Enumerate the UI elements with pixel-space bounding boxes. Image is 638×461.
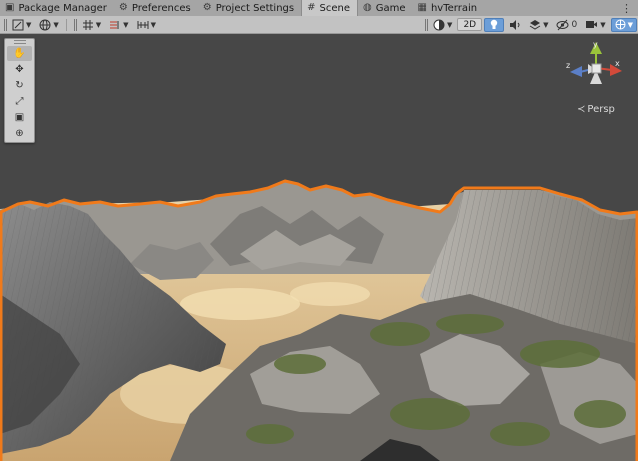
scene-viewport[interactable]: y z x ≺ Persp (0, 34, 638, 461)
tab-label: Package Manager (18, 2, 107, 14)
terrain-render (0, 179, 638, 461)
transform-icon: ⊕ (15, 128, 24, 139)
hvterrain-icon: ▦ (417, 2, 427, 13)
increment-snap-dropdown[interactable]: ▼ (106, 18, 131, 32)
grid-snap-icon (82, 19, 93, 30)
tab-label: Scene (319, 2, 351, 14)
tool-handle-icon (12, 19, 24, 30)
tab-project-settings[interactable]: ⚙ Project Settings (198, 0, 301, 16)
orientation-gizmo[interactable]: y z x (566, 40, 626, 96)
scene-toolbar: ▼ ▼ ▼ ▼ ▼ ▼ 2D ▼ 0 ▼ ▼ (0, 16, 638, 34)
hand-tool[interactable]: ✋ (7, 46, 32, 61)
tab-scene[interactable]: # Scene (301, 0, 358, 16)
tab-label: Project Settings (215, 2, 295, 14)
transform-tool[interactable]: ⊕ (7, 126, 32, 141)
rotate-tool[interactable]: ↻ (7, 78, 32, 93)
editor-tab-bar: ▣ Package Manager ⚙ Preferences ⚙ Projec… (0, 0, 638, 17)
scale-tool[interactable]: ⤢ (7, 94, 32, 109)
2d-mode-toggle[interactable]: 2D (457, 18, 483, 31)
chevron-down-icon: ▼ (95, 20, 102, 29)
audio-toggle[interactable] (506, 18, 524, 32)
persp-arrow-icon: ≺ (577, 104, 586, 115)
effects-layers-icon (529, 19, 541, 30)
y-label: y (593, 40, 598, 49)
move-tool[interactable]: ✥ (7, 62, 32, 77)
tool-handle-dropdown[interactable]: ▼ (9, 18, 34, 32)
scale-icon: ⤢ (15, 96, 24, 107)
hidden-count: 0 (571, 19, 578, 30)
tab-label: Preferences (131, 2, 191, 14)
chevron-down-icon: ▼ (627, 20, 633, 29)
gizmos-dropdown[interactable]: ▼ (610, 17, 637, 32)
gamepad-icon: ◍ (363, 2, 372, 13)
projection-toggle[interactable]: ≺ Persp (577, 104, 615, 115)
tab-label: Game (375, 2, 406, 14)
chevron-down-icon: ▼ (600, 20, 606, 29)
z-label: z (566, 61, 570, 70)
toolbar-grip[interactable] (4, 18, 5, 31)
chevron-down-icon: ▼ (26, 20, 32, 29)
camera-dropdown[interactable]: ▼ (582, 18, 608, 32)
x-label: x (615, 59, 620, 68)
overlay-drag-handle[interactable] (5, 39, 34, 45)
hidden-objects-toggle[interactable]: 0 (553, 18, 580, 32)
chevron-down-icon: ▼ (53, 20, 59, 29)
toolbar-grip[interactable] (73, 18, 75, 31)
tab-hvterrain[interactable]: ▦ hvTerrain (413, 0, 485, 16)
camera-icon (586, 21, 598, 28)
snap-settings-dropdown[interactable]: ▼ (134, 18, 159, 32)
tab-game[interactable]: ◍ Game (358, 0, 413, 16)
increment-snap-icon (110, 20, 119, 29)
tools-overlay: ✋ ✥ ↻ ⤢ ▣ ⊕ (4, 38, 35, 143)
tab-preferences[interactable]: ⚙ Preferences (114, 0, 198, 16)
chevron-down-icon: ▼ (150, 20, 156, 29)
projection-label: Persp (587, 104, 615, 115)
draw-mode-dropdown[interactable]: ▼ (430, 18, 455, 32)
lightbulb-icon (490, 19, 498, 29)
rect-tool[interactable]: ▣ (7, 110, 32, 125)
pivot-global-dropdown[interactable]: ▼ (36, 18, 61, 32)
speaker-icon (510, 19, 520, 30)
grid-snap-dropdown[interactable]: ▼ (79, 18, 104, 32)
effects-dropdown[interactable]: ▼ (526, 18, 551, 32)
move-icon: ✥ (15, 64, 24, 75)
gizmo-globe-icon (615, 19, 626, 30)
eye-slash-icon (556, 19, 569, 30)
rect-icon: ▣ (14, 112, 25, 123)
tab-label: hvTerrain (430, 2, 478, 14)
gear-icon: ⚙ (202, 2, 212, 13)
toolbar-separator (65, 18, 67, 31)
grid-icon: # (307, 2, 316, 13)
chevron-down-icon: ▼ (447, 20, 453, 29)
lighting-toggle[interactable] (484, 17, 505, 32)
tab-package-manager[interactable]: ▣ Package Manager (0, 0, 114, 16)
hand-icon: ✋ (13, 48, 26, 59)
tab-menu-icon[interactable]: ⋮ (615, 0, 638, 16)
chevron-down-icon: ▼ (543, 20, 549, 29)
z-axis-cone (570, 66, 582, 77)
chevron-down-icon: ▼ (123, 20, 129, 29)
package-icon: ▣ (5, 2, 15, 13)
shading-sphere-icon (433, 19, 445, 30)
globe-icon (39, 19, 51, 30)
toolbar-grip[interactable] (425, 18, 427, 31)
gear-icon: ⚙ (118, 2, 128, 13)
rotate-icon: ↻ (15, 80, 24, 91)
snap-settings-icon (137, 20, 149, 29)
